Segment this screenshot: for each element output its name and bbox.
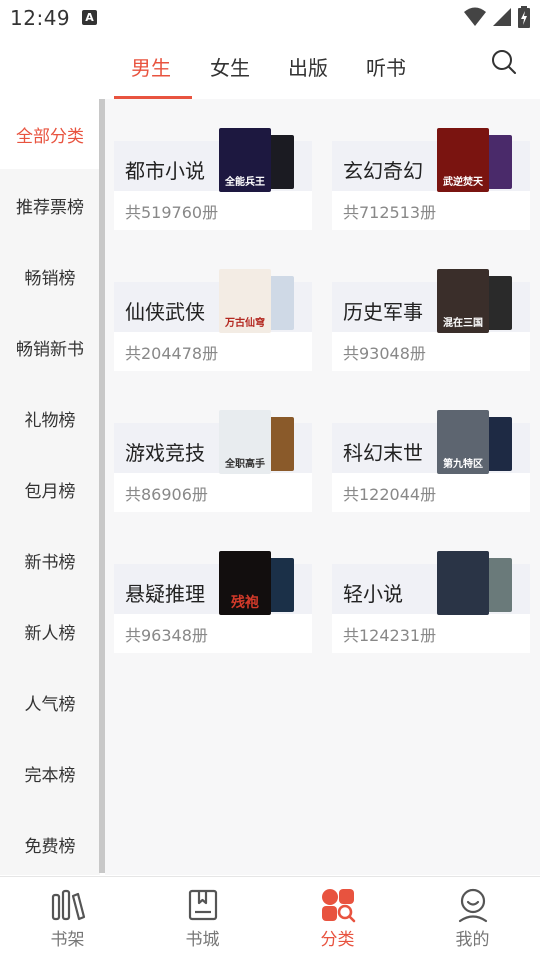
book-cover: 第九特区 (437, 410, 489, 474)
category-card-games[interactable]: 共86906册 游戏竞技 全职高手 (114, 410, 312, 512)
nav-label: 书城 (185, 930, 220, 950)
status-icons (464, 6, 530, 28)
category-card-mystery[interactable]: 共96348册 悬疑推理 残袍 (114, 551, 312, 653)
signal-icon (493, 8, 511, 26)
bookshelf-icon (51, 889, 85, 921)
book-cover: 全职高手 (219, 410, 271, 474)
bookstore-icon (188, 889, 217, 921)
category-card-light-novel[interactable]: 共124231册 轻小说 (332, 551, 530, 653)
category-name: 历史军事 (343, 300, 423, 324)
sidebar-item-new-books[interactable]: 新书榜 (0, 525, 100, 595)
category-count: 共86906册 (125, 485, 208, 504)
nav-label: 分类 (320, 930, 355, 950)
book-cover: 全能兵王 (219, 128, 271, 192)
sidebar-item-new-authors[interactable]: 新人榜 (0, 596, 100, 666)
category-name: 玄幻奇幻 (343, 159, 423, 183)
book-cover: 混在三国 (437, 269, 489, 333)
category-icon (321, 889, 355, 923)
category-card-scifi[interactable]: 共122044册 科幻末世 第九特区 (332, 410, 530, 512)
nav-label: 书架 (50, 930, 85, 950)
bottom-nav: 书架 书城 分类 我的 (0, 876, 540, 960)
sidebar-item-monthly[interactable]: 包月榜 (0, 454, 100, 524)
book-cover: 万古仙穹 (219, 269, 271, 333)
nav-bookstore[interactable]: 书城 (135, 877, 270, 960)
tab-audio[interactable]: 听书 (366, 52, 406, 81)
tab-publish[interactable]: 出版 (288, 52, 328, 81)
category-count: 共712513册 (343, 203, 437, 222)
nav-label: 我的 (455, 930, 490, 950)
category-count: 共93048册 (343, 344, 426, 363)
category-name: 悬疑推理 (125, 582, 205, 606)
nav-bookshelf[interactable]: 书架 (0, 877, 135, 960)
book-cover: 武逆焚天 (437, 128, 489, 192)
category-count: 共96348册 (125, 626, 208, 645)
status-time: 12:49 (10, 6, 71, 30)
nav-profile[interactable]: 我的 (405, 877, 540, 960)
tab-boys[interactable]: 男生 (131, 52, 171, 81)
sidebar-item-completed[interactable]: 完本榜 (0, 738, 100, 808)
tab-girls[interactable]: 女生 (210, 52, 250, 81)
wifi-icon (464, 7, 486, 26)
book-cover (437, 551, 489, 615)
category-count: 共519760册 (125, 203, 219, 222)
battery-icon (518, 6, 530, 28)
sidebar-item-popular[interactable]: 人气榜 (0, 667, 100, 737)
category-name: 都市小说 (125, 159, 205, 183)
sidebar-item-free[interactable]: 免费榜 (0, 809, 100, 879)
category-name: 轻小说 (343, 582, 403, 606)
profile-icon (458, 888, 487, 923)
category-count: 共204478册 (125, 344, 219, 363)
sidebar-item-all[interactable]: 全部分类 (0, 99, 100, 169)
nav-category[interactable]: 分类 (270, 877, 405, 960)
category-card-xianxia[interactable]: 共204478册 仙侠武侠 万古仙穹 (114, 269, 312, 371)
category-count: 共122044册 (343, 485, 437, 504)
category-card-fantasy[interactable]: 共712513册 玄幻奇幻 武逆焚天 (332, 128, 530, 230)
category-count: 共124231册 (343, 626, 437, 645)
status-bar: 12:49 A (0, 0, 540, 36)
sidebar-item-gift[interactable]: 礼物榜 (0, 383, 100, 453)
category-card-history[interactable]: 共93048册 历史军事 混在三国 (332, 269, 530, 371)
category-name: 科幻末世 (343, 441, 423, 465)
sidebar: 全部分类 推荐票榜 畅销榜 畅销新书 礼物榜 包月榜 新书榜 新人榜 人气榜 完… (0, 99, 100, 875)
book-cover: 残袍 (219, 551, 271, 615)
search-button[interactable] (488, 46, 520, 78)
category-grid: 共519760册 都市小说 全能兵王 共712513册 玄幻奇幻 武逆焚天 共2… (105, 99, 540, 875)
top-tabs: 男生 女生 出版 听书 (0, 36, 540, 100)
category-name: 游戏竞技 (125, 441, 205, 465)
sidebar-item-recommend[interactable]: 推荐票榜 (0, 170, 100, 240)
sidebar-item-new-bestseller[interactable]: 畅销新书 (0, 312, 100, 382)
sidebar-item-bestseller[interactable]: 畅销榜 (0, 241, 100, 311)
category-card-urban[interactable]: 共519760册 都市小说 全能兵王 (114, 128, 312, 230)
accessibility-icon: A (82, 10, 97, 25)
search-icon (492, 50, 516, 74)
category-name: 仙侠武侠 (125, 300, 205, 324)
